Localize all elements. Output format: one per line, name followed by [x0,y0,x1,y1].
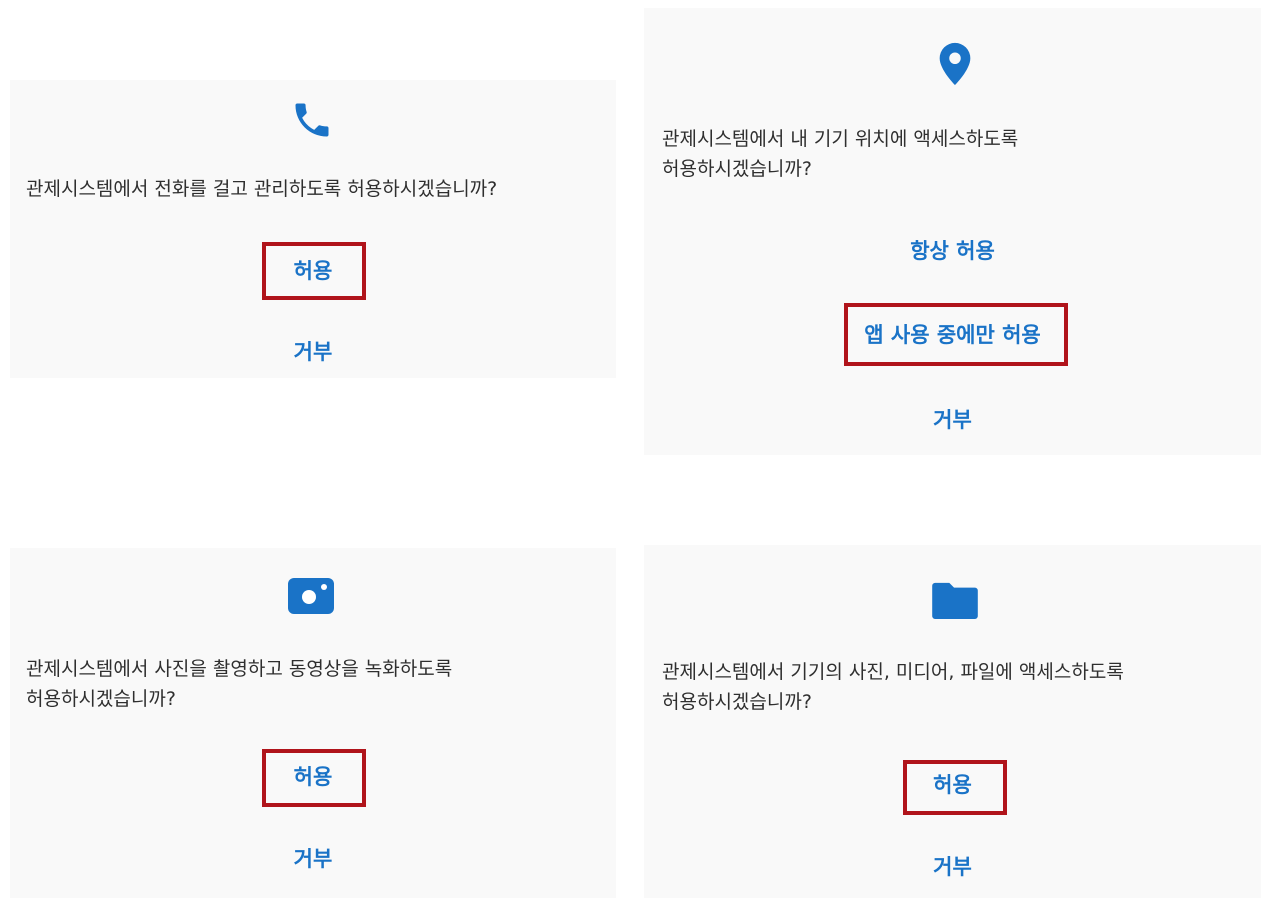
camera-icon [288,578,334,614]
allow-button[interactable]: 허용 [644,770,1261,800]
camera-permission-dialog: 관제시스템에서 사진을 촬영하고 동영상을 녹화하도록 허용하시겠습니까? 허용… [10,548,616,898]
location-permission-dialog: 관제시스템에서 내 기기 위치에 액세스하도록 허용하시겠습니까? 항상 허용 … [644,8,1261,455]
phone-permission-dialog: 관제시스템에서 전화를 걸고 관리하도록 허용하시겠습니까? 허용 거부 [10,80,616,378]
message-line: 허용하시겠습니까? [662,158,812,180]
message-line: 관제시스템에서 내 기기 위치에 액세스하도록 [662,128,1019,150]
folder-icon [932,582,978,619]
permission-message: 관제시스템에서 내 기기 위치에 액세스하도록 허용하시겠습니까? [662,124,1018,184]
message-line: 관제시스템에서 사진을 촬영하고 동영상을 녹화하도록 [26,658,453,680]
deny-button[interactable]: 거부 [644,405,1261,435]
allow-button[interactable]: 허용 [10,256,616,286]
permission-message: 관제시스템에서 전화를 걸고 관리하도록 허용하시겠습니까? [26,174,497,204]
allow-while-using-button[interactable]: 앱 사용 중에만 허용 [644,320,1261,350]
deny-button[interactable]: 거부 [10,337,616,367]
phone-icon [295,103,329,137]
message-line: 관제시스템에서 기기의 사진, 미디어, 파일에 액세스하도록 [662,661,1124,683]
deny-button[interactable]: 거부 [644,852,1261,882]
storage-permission-dialog: 관제시스템에서 기기의 사진, 미디어, 파일에 액세스하도록 허용하시겠습니까… [644,545,1261,898]
allow-button[interactable]: 허용 [10,762,616,792]
location-pin-icon [939,42,971,86]
message-line: 허용하시겠습니까? [662,691,812,713]
deny-button[interactable]: 거부 [10,844,616,874]
permission-message: 관제시스템에서 사진을 촬영하고 동영상을 녹화하도록 허용하시겠습니까? [26,654,452,714]
always-allow-button[interactable]: 항상 허용 [644,236,1261,266]
message-line: 허용하시겠습니까? [26,688,176,710]
message-line: 관제시스템에서 전화를 걸고 관리하도록 허용하시겠습니까? [26,178,498,200]
permission-message: 관제시스템에서 기기의 사진, 미디어, 파일에 액세스하도록 허용하시겠습니까… [662,657,1124,717]
